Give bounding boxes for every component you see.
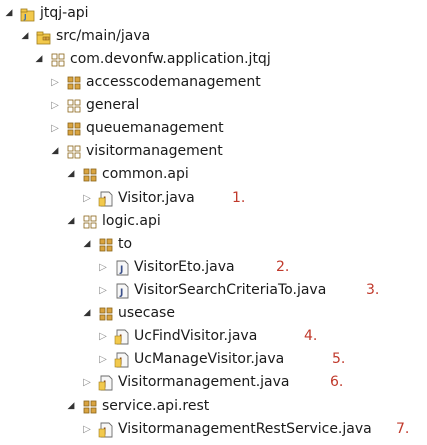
- package-label: usecase: [118, 305, 175, 321]
- collapse-arrow-icon[interactable]: ▷: [50, 94, 60, 117]
- package-icon: [83, 400, 97, 414]
- expand-arrow-icon[interactable]: ◢: [66, 163, 76, 186]
- collapse-arrow-icon[interactable]: ▷: [98, 348, 108, 371]
- package-label: to: [118, 236, 133, 252]
- expand-arrow-icon[interactable]: ◢: [34, 48, 44, 71]
- expand-arrow-icon[interactable]: ◢: [50, 140, 60, 163]
- package-explorer-tree: ◢ jtqj-api ◢ src/main/java ◢ com.devonfw…: [0, 0, 427, 445]
- collapse-arrow-icon[interactable]: ▷: [98, 279, 108, 302]
- collapse-arrow-icon[interactable]: ▷: [82, 187, 92, 210]
- package-label: service.api.rest: [102, 398, 210, 414]
- file-label: VisitorSearchCriteriaTo.java: [134, 282, 327, 298]
- java-file-icon: [114, 329, 129, 345]
- java-file-icon: [116, 260, 129, 276]
- expand-arrow-icon[interactable]: ◢: [20, 25, 30, 48]
- annotation-number: 7.: [396, 421, 410, 437]
- file-label: VisitorEto.java: [134, 259, 235, 275]
- expand-arrow-icon[interactable]: ◢: [66, 395, 76, 418]
- package-label: logic.api: [102, 213, 161, 229]
- collapse-arrow-icon[interactable]: ▷: [98, 256, 108, 279]
- expand-arrow-icon[interactable]: ◢: [82, 302, 92, 325]
- annotation-number: 4.: [304, 328, 318, 344]
- java-project-icon: [20, 8, 35, 22]
- package-label: accesscodemanagement: [86, 74, 261, 90]
- java-file-icon: [98, 375, 113, 391]
- annotation-number: 6.: [330, 374, 344, 390]
- collapse-arrow-icon[interactable]: ▷: [98, 325, 108, 348]
- source-folder-icon: [36, 31, 51, 45]
- package-icon: [99, 238, 113, 252]
- file-label: VisitormanagementRestService.java: [118, 421, 372, 437]
- java-file-icon: [98, 191, 113, 207]
- package-icon: [99, 307, 113, 321]
- package-label: queuemanagement: [86, 120, 224, 136]
- annotation-number: 3.: [366, 282, 380, 298]
- src-folder-label: src/main/java: [56, 28, 151, 44]
- project-label: jtqj-api: [40, 5, 89, 21]
- package-icon: [67, 76, 81, 90]
- java-file-icon: [98, 422, 113, 438]
- expand-arrow-icon[interactable]: ◢: [4, 2, 14, 25]
- file-label: Visitor.java: [118, 190, 195, 206]
- collapse-arrow-icon[interactable]: ▷: [50, 117, 60, 140]
- java-file-icon: [116, 283, 129, 299]
- file-label: Visitormanagement.java: [118, 374, 290, 390]
- annotation-number: 5.: [332, 351, 346, 367]
- collapse-arrow-icon[interactable]: ▷: [82, 371, 92, 394]
- package-icon: [83, 168, 97, 182]
- package-icon: [51, 53, 65, 67]
- file-label: UcFindVisitor.java: [134, 328, 258, 344]
- package-label: common.api: [102, 166, 189, 182]
- package-icon: [67, 122, 81, 136]
- annotation-number: 2.: [276, 259, 290, 275]
- annotation-number: 1.: [232, 190, 246, 206]
- java-file-icon: [114, 352, 129, 368]
- package-icon: [67, 99, 81, 113]
- package-icon: [67, 145, 81, 159]
- package-label: general: [86, 97, 140, 113]
- expand-arrow-icon[interactable]: ◢: [82, 233, 92, 256]
- root-package-label: com.devonfw.application.jtqj: [70, 51, 271, 67]
- file-label: UcManageVisitor.java: [134, 351, 285, 367]
- expand-arrow-icon[interactable]: ◢: [66, 210, 76, 233]
- collapse-arrow-icon[interactable]: ▷: [82, 418, 92, 441]
- package-label: visitormanagement: [86, 143, 223, 159]
- package-icon: [83, 215, 97, 229]
- collapse-arrow-icon[interactable]: ▷: [50, 71, 60, 94]
